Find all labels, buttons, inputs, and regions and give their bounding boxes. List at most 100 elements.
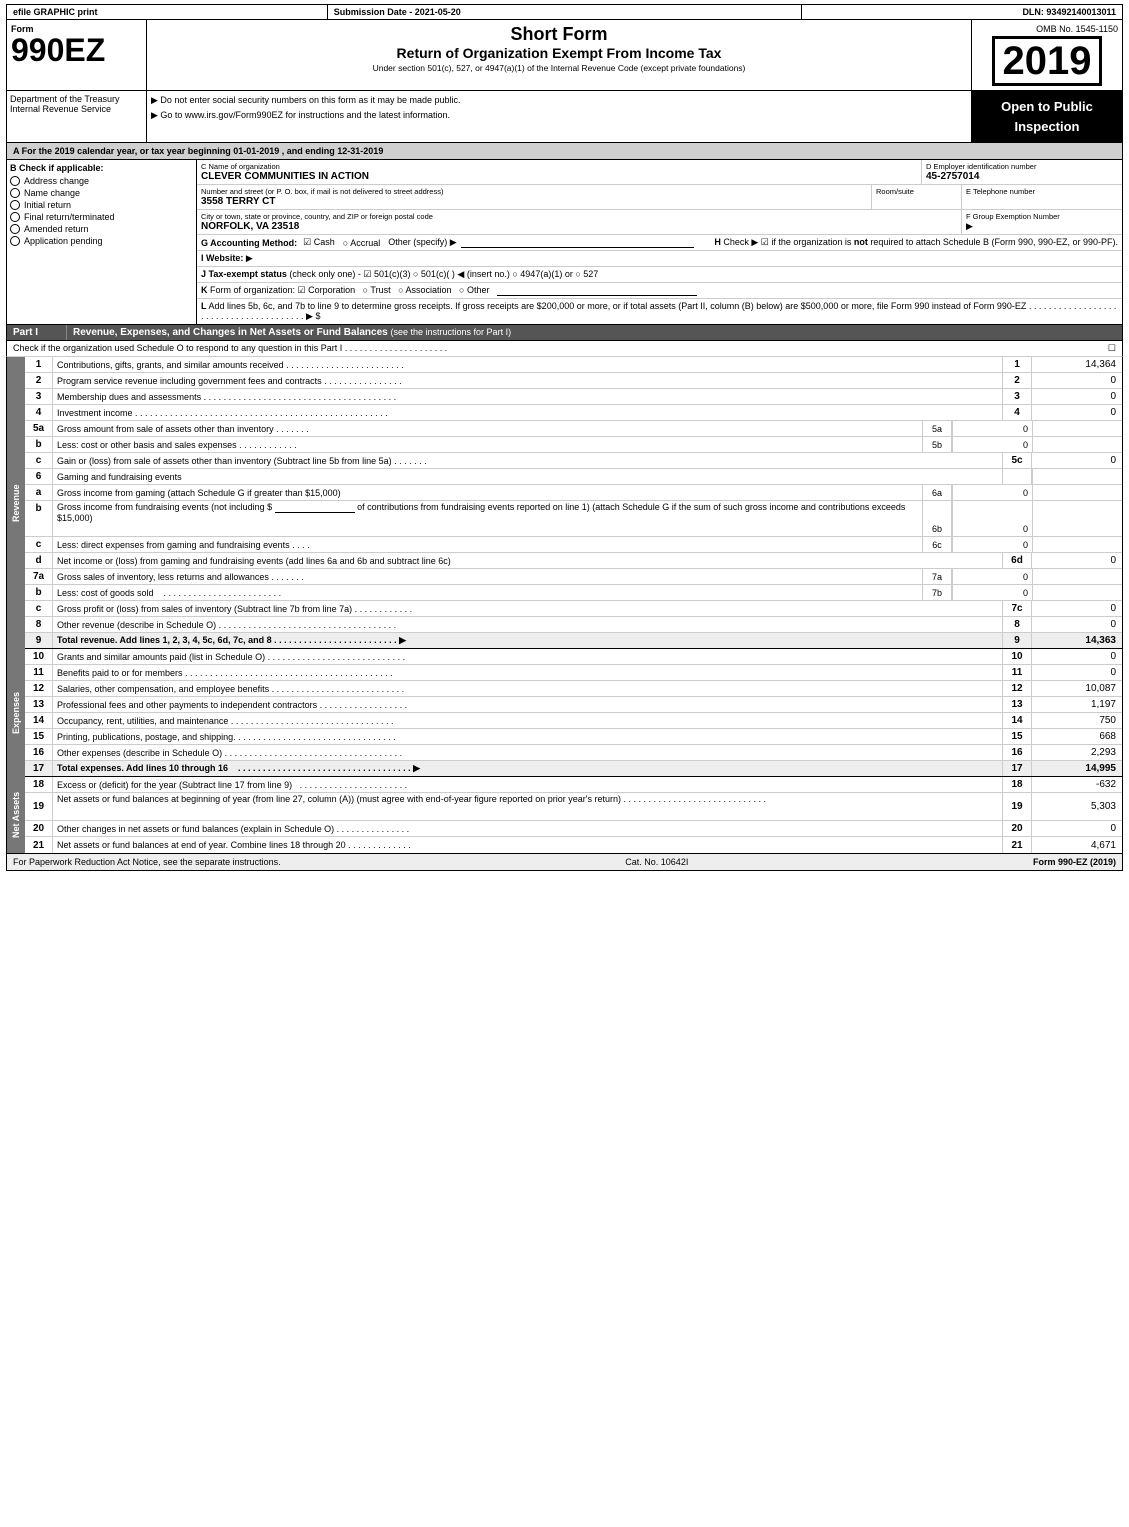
line5c-ref: 5c <box>1002 453 1032 468</box>
line4-val: 0 <box>1032 405 1122 420</box>
line21-val: 4,671 <box>1032 837 1122 853</box>
line17-desc: Total expenses. Add lines 10 through 16 … <box>53 761 1002 776</box>
revenue-sidebar: Revenue <box>7 357 25 649</box>
line10-ref: 10 <box>1002 649 1032 664</box>
omb-number: OMB No. 1545-1150 <box>976 24 1118 34</box>
section-b: B Check if applicable: Address change Na… <box>7 160 197 324</box>
line13-desc: Professional fees and other payments to … <box>53 697 1002 712</box>
line7a-desc: Gross sales of inventory, less returns a… <box>53 569 922 584</box>
page: efile GRAPHIC print Submission Date - 20… <box>0 0 1129 875</box>
line10-val: 0 <box>1032 649 1122 664</box>
line11-desc: Benefits paid to or for members . . . . … <box>53 665 1002 680</box>
line6a-desc: Gross income from gaming (attach Schedul… <box>53 485 922 500</box>
short-form-title: Short Form <box>151 24 967 45</box>
line7a-box: 0 <box>952 569 1032 584</box>
line6b-desc: Gross income from fundraising events (no… <box>53 501 922 536</box>
line20-desc: Other changes in net assets or fund bala… <box>53 821 1002 836</box>
line16-ref: 16 <box>1002 745 1032 760</box>
line3-val: 0 <box>1032 389 1122 404</box>
main-title: Return of Organization Exempt From Incom… <box>151 45 967 61</box>
line20-ref: 20 <box>1002 821 1032 836</box>
line7a-num: 7a <box>25 569 53 584</box>
line6b-num: b <box>25 501 53 536</box>
line19-val: 5,303 <box>1032 793 1122 820</box>
line2-num: 2 <box>25 373 53 388</box>
line17-ref: 17 <box>1002 761 1032 776</box>
org-city: NORFOLK, VA 23518 <box>201 221 957 232</box>
org-city-label: City or town, state or province, country… <box>201 212 957 221</box>
line4-desc: Investment income . . . . . . . . . . . … <box>53 405 1002 420</box>
line8-num: 8 <box>25 617 53 632</box>
line19-num: 19 <box>25 793 53 820</box>
open-public-label: Open to Public Inspection <box>978 97 1116 136</box>
line1-num: 1 <box>25 357 53 372</box>
inst2: ▶ Go to www.irs.gov/Form990EZ for instru… <box>151 110 967 121</box>
line7b-box: 0 <box>952 585 1032 600</box>
line21-ref: 21 <box>1002 837 1032 853</box>
initial-return-option[interactable]: Initial return <box>10 200 193 210</box>
line14-num: 14 <box>25 713 53 728</box>
irs-label: Internal Revenue Service <box>10 104 143 114</box>
line3-desc: Membership dues and assessments . . . . … <box>53 389 1002 404</box>
subtitle: Under section 501(c), 527, or 4947(a)(1)… <box>151 63 967 73</box>
section-b-label: B Check if applicable: <box>10 163 193 173</box>
org-addr-label: Number and street (or P. O. box, if mail… <box>201 187 867 196</box>
line7b-desc: Less: cost of goods sold . . . . . . . .… <box>53 585 922 600</box>
org-name-label: C Name of organization <box>201 162 917 171</box>
line2-ref: 2 <box>1002 373 1032 388</box>
group-label: F Group Exemption Number <box>966 212 1118 221</box>
cash-check[interactable]: ☑ Cash <box>303 237 335 248</box>
expenses-sidebar: Expenses <box>7 649 25 777</box>
line17-num: 17 <box>25 761 53 776</box>
check-schedule-o: Check if the organization used Schedule … <box>13 343 447 354</box>
line13-num: 13 <box>25 697 53 712</box>
line13-val: 1,197 <box>1032 697 1122 712</box>
line20-val: 0 <box>1032 821 1122 836</box>
line19-desc: Net assets or fund balances at beginning… <box>53 793 1002 820</box>
line18-num: 18 <box>25 777 53 792</box>
name-change-option[interactable]: Name change <box>10 188 193 198</box>
line1-val: 14,364 <box>1032 357 1122 372</box>
line11-ref: 11 <box>1002 665 1032 680</box>
line11-val: 0 <box>1032 665 1122 680</box>
line21-desc: Net assets or fund balances at end of ye… <box>53 837 1002 853</box>
line5a-box: 0 <box>952 421 1032 436</box>
phone-label: E Telephone number <box>966 187 1118 196</box>
net-assets-sidebar: Net Assets <box>7 777 25 853</box>
g-label: G Accounting Method: <box>201 238 297 248</box>
line12-num: 12 <box>25 681 53 696</box>
line4-ref: 4 <box>1002 405 1032 420</box>
line6d-ref: 6d <box>1002 553 1032 568</box>
line14-desc: Occupancy, rent, utilities, and maintena… <box>53 713 1002 728</box>
line20-num: 20 <box>25 821 53 836</box>
submission-date: Submission Date - 2021-05-20 <box>328 5 803 19</box>
final-return-option[interactable]: Final return/terminated <box>10 212 193 222</box>
amended-return-option[interactable]: Amended return <box>10 224 193 234</box>
form-ref: Form 990-EZ (2019) <box>1033 857 1116 867</box>
line3-num: 3 <box>25 389 53 404</box>
line6c-desc: Less: direct expenses from gaming and fu… <box>53 537 922 552</box>
accrual-check[interactable]: ○ Accrual <box>343 238 380 248</box>
group-num: ▶ <box>966 221 1118 232</box>
line4-num: 4 <box>25 405 53 420</box>
room-label: Room/suite <box>876 187 957 196</box>
line6d-num: d <box>25 553 53 568</box>
j-label: J Tax-exempt status (check only one) - ☑… <box>201 269 598 279</box>
line18-ref: 18 <box>1002 777 1032 792</box>
section-a: A For the 2019 calendar year, or tax yea… <box>6 143 1123 160</box>
line18-val: -632 <box>1032 777 1122 792</box>
k-label: K Form of organization: ☑ Corporation ○ … <box>201 285 697 295</box>
org-name: CLEVER COMMUNITIES IN ACTION <box>201 171 917 182</box>
h-check: H Check ▶ ☑ if the organization is not r… <box>714 237 1118 248</box>
org-ein: 45-2757014 <box>926 171 1118 182</box>
application-pending-option[interactable]: Application pending <box>10 236 193 246</box>
line14-val: 750 <box>1032 713 1122 728</box>
line12-desc: Salaries, other compensation, and employ… <box>53 681 1002 696</box>
line2-desc: Program service revenue including govern… <box>53 373 1002 388</box>
line8-desc: Other revenue (describe in Schedule O) .… <box>53 617 1002 632</box>
address-change-option[interactable]: Address change <box>10 176 193 186</box>
line15-val: 668 <box>1032 729 1122 744</box>
line16-val: 2,293 <box>1032 745 1122 760</box>
website-label: I Website: ▶ <box>201 253 253 263</box>
form-number: 990EZ <box>11 34 142 66</box>
